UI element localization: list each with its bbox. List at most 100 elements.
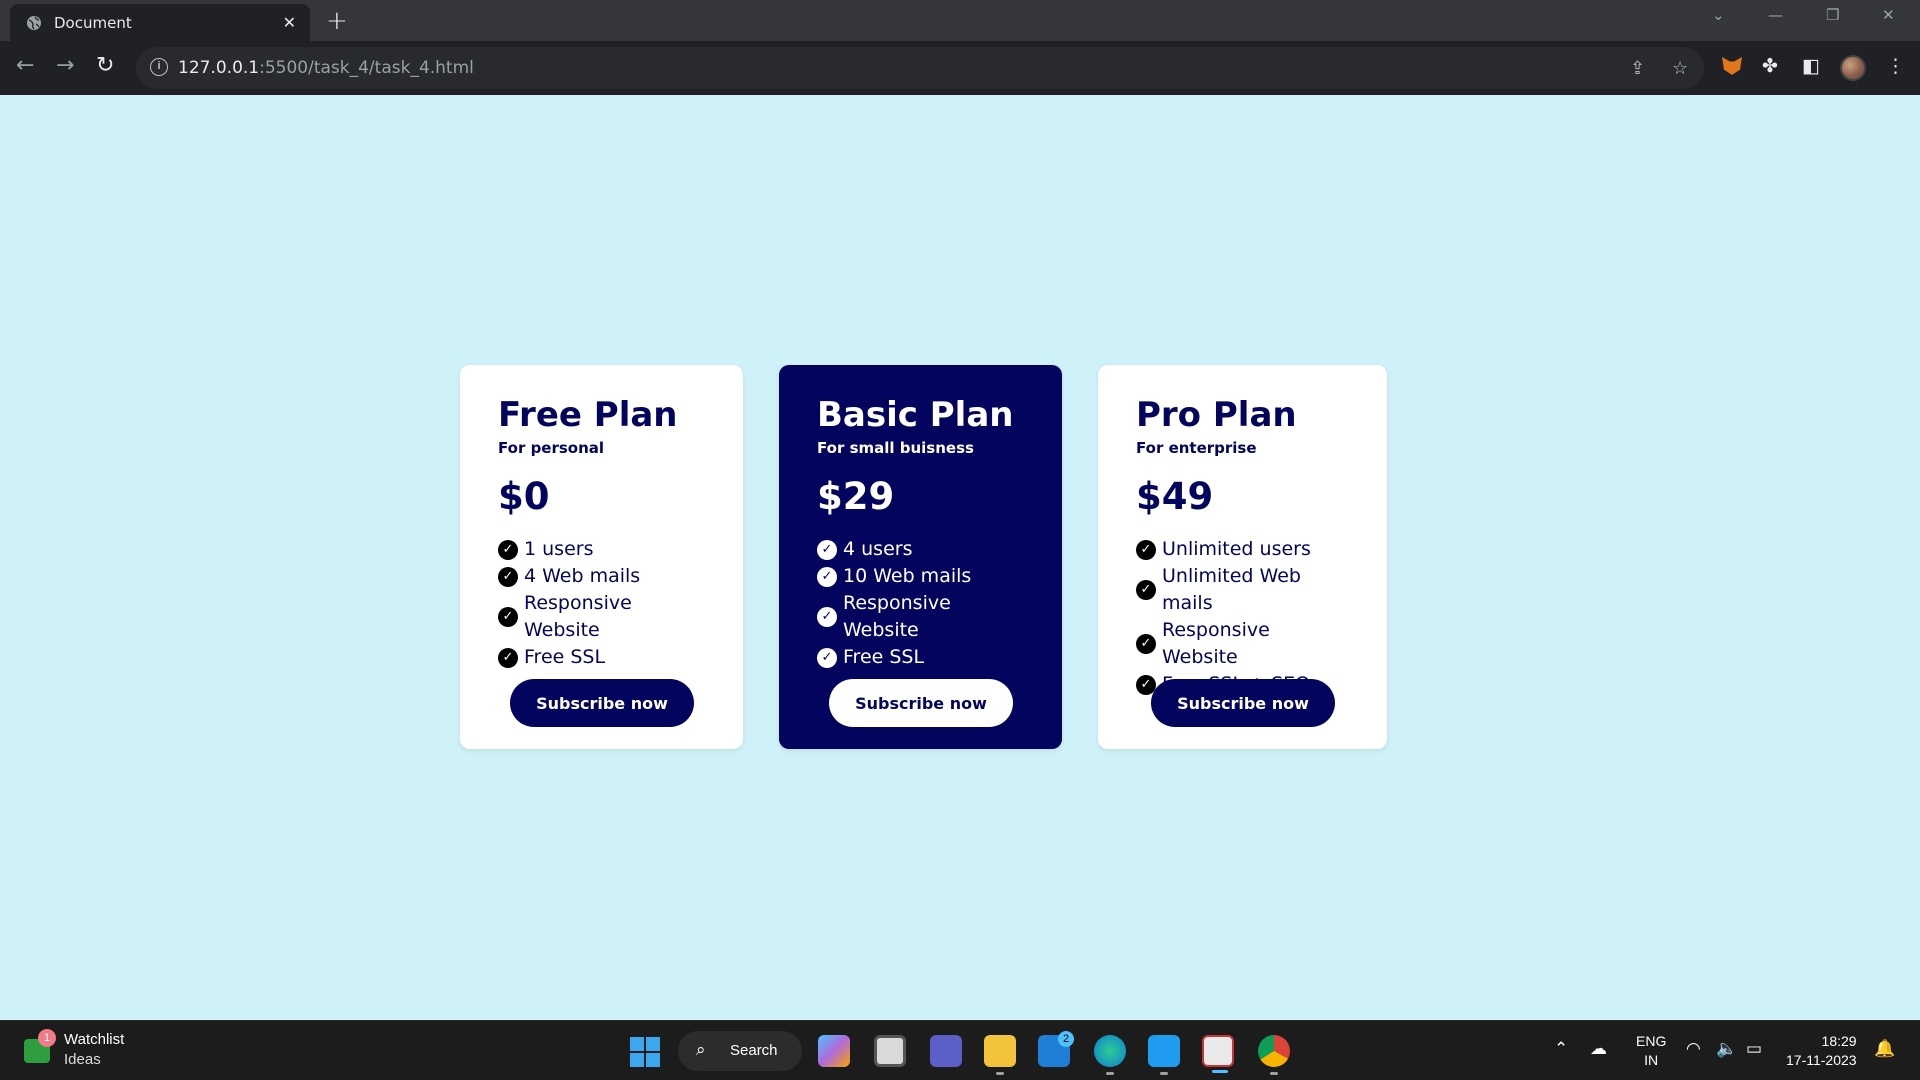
feature-text: Responsive Website [843,592,951,641]
address-bar[interactable]: i 127.0.0.1:5500/task_4/task_4.html ⇪ ☆ [136,47,1704,89]
chrome-icon[interactable] [1258,1035,1290,1075]
plan-title: Free Plan [498,395,678,435]
widget-subtitle[interactable]: Ideas [64,1051,101,1068]
check-circle-icon: ✓ [817,566,837,587]
teams-icon[interactable] [930,1035,962,1067]
wifi-icon[interactable]: ◠ [1686,1039,1701,1059]
plan-subtitle: For enterprise [1136,439,1257,457]
notification-bell-icon[interactable]: 🔔 [1874,1039,1895,1059]
url-path: :5500/task_4/task_4.html [259,58,474,78]
url-text[interactable]: 127.0.0.1:5500/task_4/task_4.html [178,58,474,78]
page-viewport: Free Plan For personal $0 ✓ 1 users ✓ 4 We… [0,95,1920,1020]
globe-icon [27,16,41,30]
extensions-icon[interactable]: ✤ [1762,55,1778,77]
plan-price: $29 [817,475,895,518]
plan-subtitle: For personal [498,439,605,457]
feature-text: 4 Web mails [524,565,641,587]
metamask-extension-icon[interactable] [1722,57,1742,75]
feature-text: 1 users [524,538,594,560]
chevron-up-icon[interactable]: ⌃ [1554,1039,1568,1059]
feature-text: Responsive Website [1162,619,1270,668]
minimize-button[interactable]: — [1768,6,1783,24]
pricing-card-pro: Pro Plan For enterprise $49 ✓ Unlimited u… [1098,365,1387,749]
forward-button[interactable]: → [56,53,74,78]
check-circle-icon: ✓ [498,566,518,587]
browser-tab[interactable]: Document ✕ [10,4,310,41]
windows-start-icon[interactable] [630,1037,660,1067]
volume-icon[interactable]: 🔈 [1716,1039,1737,1059]
tab-title: Document [54,14,132,32]
reload-button[interactable]: ↻ [96,53,114,78]
widget-badge: 1 [38,1029,56,1047]
profile-avatar[interactable] [1840,55,1866,81]
clock-time: 18:29 [1821,1033,1857,1049]
feature-text: Free SSL [843,646,925,668]
plan-title: Pro Plan [1136,395,1297,435]
feature-item: ✓ 4 users [817,536,1024,563]
new-tab-button[interactable]: + [326,6,348,36]
feature-item: ✓ Responsive Website [817,590,1024,644]
close-window-button[interactable]: ✕ [1882,6,1895,24]
check-circle-icon: ✓ [817,539,837,560]
feature-list: ✓ 1 users ✓ 4 Web mails ✓ Responsive Websit… [498,536,705,671]
task-view-icon[interactable] [874,1035,906,1067]
subscribe-button-pro[interactable]: Subscribe now [1151,679,1335,727]
vscode-icon[interactable] [1148,1035,1180,1075]
plan-title: Basic Plan [817,395,1014,435]
feature-text: Unlimited Web mails [1162,565,1301,614]
feature-item: ✓ 10 Web mails [817,563,1024,590]
browser-tab-strip: Document ✕ + ⌄ — ❐ ✕ [0,0,1920,41]
restore-button[interactable]: ❐ [1826,6,1839,24]
lang-code: ENG [1636,1033,1667,1049]
feature-item: ✓ Responsive Website [1136,617,1349,671]
widget-title[interactable]: Watchlist [64,1031,124,1048]
feature-list: ✓ Unlimited users ✓ Unlimited Web mails ✓ R… [1136,536,1349,698]
site-info-icon[interactable]: i [150,58,168,76]
search-icon: ⌕ [696,1040,706,1060]
check-circle-icon: ✓ [1136,580,1156,600]
subscribe-button-basic[interactable]: Subscribe now [829,679,1013,727]
feature-item: ✓ Free SSL [498,644,705,671]
share-icon[interactable]: ⇪ [1630,58,1645,79]
check-circle-icon: ✓ [1136,634,1156,654]
mail-badge: 2 [1058,1031,1074,1047]
check-circle-icon: ✓ [817,607,837,627]
plan-price: $49 [1136,475,1214,518]
feature-list: ✓ 4 users ✓ 10 Web mails ✓ Responsive Websi… [817,536,1024,671]
taskbar-search[interactable]: ⌕ Search [678,1031,802,1071]
feature-text: 10 Web mails [843,565,972,587]
check-circle-icon: ✓ [498,607,518,627]
tab-close-icon[interactable]: ✕ [283,13,296,32]
feature-item: ✓ 1 users [498,536,705,563]
feature-item: ✓ Responsive Website [498,590,705,644]
battery-icon[interactable]: ▭ [1746,1039,1762,1059]
language-indicator[interactable]: ENG IN [1636,1032,1666,1070]
check-circle-icon: ✓ [498,539,518,560]
bookmark-star-icon[interactable]: ☆ [1672,58,1688,79]
file-explorer-icon[interactable] [984,1035,1016,1075]
snipping-tool-icon[interactable] [1202,1035,1234,1073]
feature-item: ✓ Unlimited users [1136,536,1349,563]
tab-search-icon[interactable]: ⌄ [1712,6,1725,24]
subscribe-button-free[interactable]: Subscribe now [510,679,694,727]
browser-menu-icon[interactable]: ⋮ [1886,55,1905,77]
copilot-icon[interactable] [818,1035,850,1067]
browser-toolbar: ← → ↻ i 127.0.0.1:5500/task_4/task_4.htm… [0,41,1920,95]
check-circle-icon: ✓ [498,647,518,668]
side-panel-icon[interactable]: ◧ [1802,55,1820,77]
check-circle-icon: ✓ [1136,539,1156,560]
feature-item: ✓ 4 Web mails [498,563,705,590]
onedrive-cloud-icon[interactable]: ☁ [1590,1039,1607,1059]
system-clock[interactable]: 18:29 17-11-2023 [1786,1032,1857,1070]
back-button[interactable]: ← [16,53,34,78]
windows-taskbar: 1 Watchlist Ideas ⌕ Search 2 ⌃ ☁ ENG IN … [0,1020,1920,1080]
feature-text: Unlimited users [1162,538,1311,560]
plan-price: $0 [498,475,550,518]
lang-region: IN [1644,1052,1659,1068]
clock-date: 17-11-2023 [1786,1052,1857,1068]
check-circle-icon: ✓ [817,647,837,668]
feature-text: Free SSL [524,646,606,668]
edge-icon[interactable] [1094,1035,1126,1075]
feature-item: ✓ Free SSL [817,644,1024,671]
pricing-card-basic: Basic Plan For small buisness $29 ✓ 4 use… [779,365,1062,749]
